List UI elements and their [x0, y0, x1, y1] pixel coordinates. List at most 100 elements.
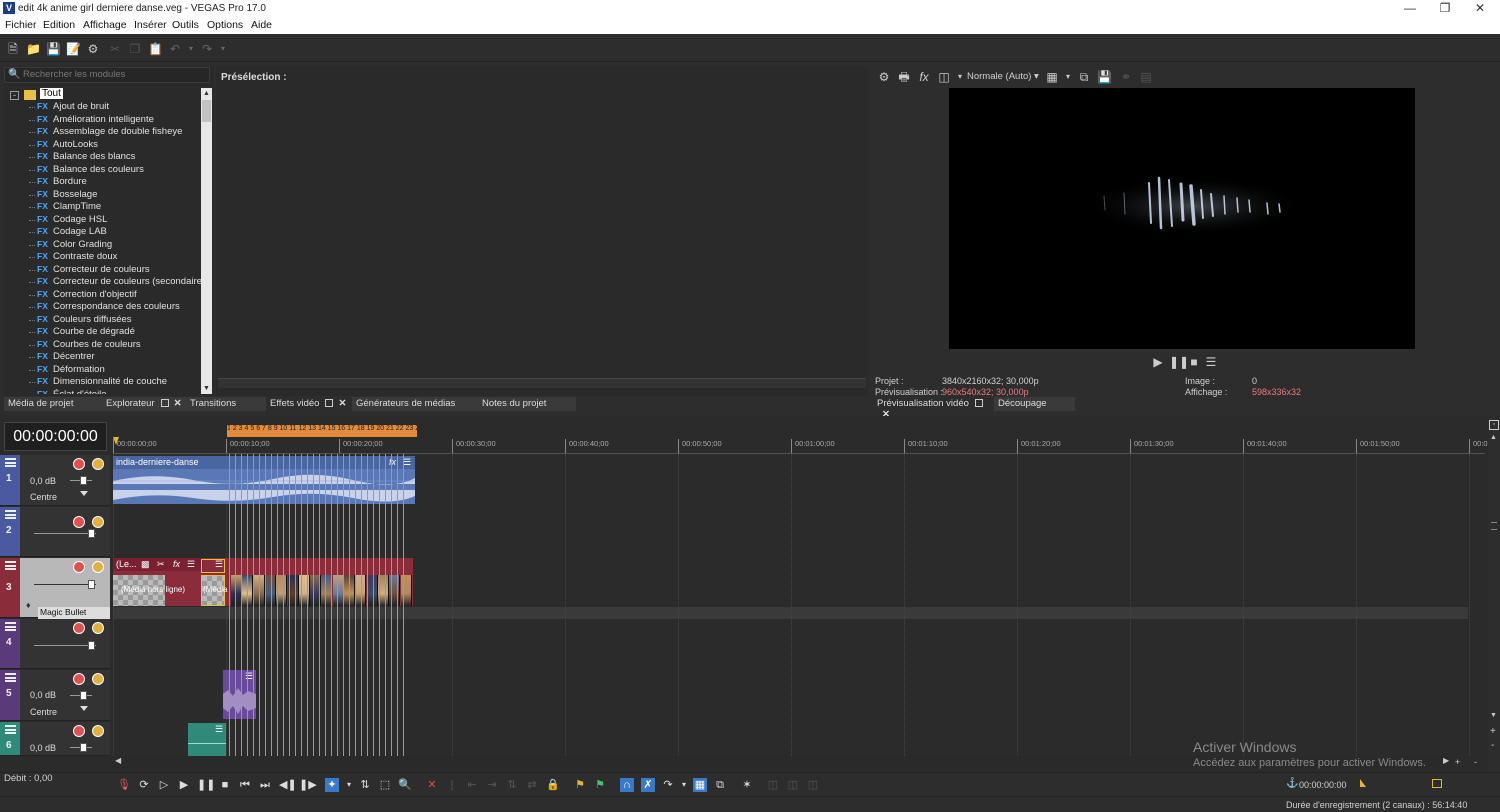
track-menu-icon[interactable] — [5, 673, 16, 682]
scroll-up-icon[interactable]: ▲ — [201, 88, 212, 99]
save-icon[interactable]: 💾 — [46, 42, 61, 56]
fx-item[interactable]: FX Correction d'objectif — [29, 289, 137, 301]
trim-end-icon[interactable]: ⇥ — [485, 778, 499, 792]
tree-root-label[interactable]: Tout — [40, 88, 63, 99]
menu-tools[interactable]: Outils — [172, 19, 199, 31]
time-ruler[interactable]: 00:00:00;00 00:00:10;00 00:00:20;00 00:00:3… — [113, 439, 1492, 454]
track-menu-icon[interactable] — [5, 561, 16, 570]
marker-line[interactable] — [373, 454, 374, 756]
auto-crossfade-icon[interactable]: ✗ — [641, 778, 655, 792]
solo-icon[interactable] — [92, 561, 104, 573]
marker-line[interactable] — [349, 454, 350, 756]
snapping-icon[interactable]: ∩ — [620, 778, 634, 792]
track-header-3[interactable]: 3 ♦ Magic Bullet Looks — [0, 558, 110, 627]
clip-menu-icon[interactable]: ☰ — [187, 559, 195, 570]
save-as-icon[interactable]: 📝 — [66, 42, 81, 56]
device-icon[interactable]: 🖶 — [897, 70, 911, 84]
scroll-thumb[interactable] — [202, 100, 211, 122]
next-frame-icon[interactable]: ❚▶ — [299, 778, 317, 792]
zoom-out-icon[interactable]: - — [1491, 740, 1494, 751]
clip-fx-icon[interactable]: fx — [173, 559, 180, 569]
save-snapshot-icon[interactable]: 💾 — [1097, 70, 1112, 84]
volume-slider[interactable] — [34, 641, 96, 650]
mute-icon[interactable] — [73, 622, 85, 634]
maximize-button[interactable]: ❐ — [1430, 1, 1460, 17]
opacity-slider[interactable] — [34, 580, 96, 589]
menu-file[interactable]: Fichier — [5, 19, 37, 31]
pan-dropdown-icon[interactable] — [80, 706, 88, 711]
split-2-icon[interactable]: ⇄ — [525, 778, 539, 792]
modules-scrollbar[interactable]: ▲ ▼ — [201, 88, 212, 394]
tab-video-preview[interactable]: Prévisualisation vidéo✕ — [873, 397, 994, 420]
menu-edit[interactable]: Edition — [43, 19, 75, 31]
menu-options[interactable]: Options — [207, 19, 243, 31]
zoom-out-h-icon[interactable]: - — [1474, 757, 1477, 767]
marker-line[interactable] — [277, 454, 278, 756]
preview-menu-icon[interactable]: ☰ — [1204, 355, 1218, 369]
volume-slider[interactable] — [70, 691, 92, 700]
marker-line[interactable] — [241, 454, 242, 756]
copy-snapshot-icon[interactable]: ⧉ — [1077, 70, 1091, 84]
zoom-in-icon[interactable]: + — [1490, 726, 1496, 737]
mute-icon[interactable] — [73, 725, 85, 737]
lock-envelopes-to-events-icon[interactable]: ▦ — [693, 778, 707, 792]
menu-view[interactable]: Affichage — [83, 19, 127, 31]
scroll-up-icon[interactable]: ▲ — [1490, 434, 1497, 441]
fx-item[interactable]: FX Ajout de bruit — [29, 101, 109, 113]
mute-icon[interactable] — [73, 458, 85, 470]
marker-icon[interactable]: ⚑ — [573, 778, 587, 792]
tab-project-notes[interactable]: Notes du projet — [478, 397, 576, 411]
marker-line[interactable] — [397, 454, 398, 756]
delete-icon[interactable]: ✕ — [425, 778, 439, 792]
tab-transitions[interactable]: Transitions — [186, 397, 266, 411]
marker-line[interactable] — [259, 454, 260, 756]
tool-b-icon[interactable]: ◫ — [786, 778, 800, 792]
mute-icon[interactable] — [73, 516, 85, 528]
crop-icon[interactable]: ✂ — [157, 559, 165, 570]
solo-icon[interactable] — [92, 673, 104, 685]
collapse-icon[interactable]: - — [10, 91, 19, 100]
pause-icon[interactable]: ❚❚ — [1169, 355, 1189, 369]
marker-line[interactable] — [331, 454, 332, 756]
marker-line[interactable] — [391, 454, 392, 756]
marker-line[interactable] — [403, 454, 404, 756]
go-to-end-icon[interactable]: ⏭ — [258, 778, 272, 792]
mute-icon[interactable] — [73, 561, 85, 573]
cut-icon[interactable]: ✂ — [108, 42, 122, 56]
menu-insert[interactable]: Insérer — [134, 19, 167, 31]
marker-line[interactable] — [265, 454, 266, 756]
fx-item[interactable]: FX ClampTime — [29, 201, 101, 213]
open-folder-icon[interactable]: 📁 — [26, 42, 41, 56]
fx-item[interactable]: FX Amélioration intelligente — [29, 114, 154, 126]
track-header-6[interactable]: 6 0,0 dB — [0, 722, 110, 756]
loop-icon[interactable]: ⟳ — [137, 778, 151, 792]
track-menu-icon[interactable] — [5, 622, 16, 631]
marker-line[interactable] — [343, 454, 344, 756]
tab-explorer[interactable]: Explorateur ✕ — [102, 397, 186, 411]
marker-line[interactable] — [367, 454, 368, 756]
scroll-right-icon[interactable]: ▶ — [1443, 756, 1449, 765]
split-icon[interactable]: ⇅ — [505, 778, 519, 792]
fx-item[interactable]: FX Correspondance des couleurs — [29, 301, 180, 313]
fx-item[interactable]: FX Balance des couleurs — [29, 164, 144, 176]
fx-item[interactable]: FX Courbes de couleurs — [29, 339, 141, 351]
undo-icon[interactable]: ↶ — [168, 42, 182, 56]
audio-clip[interactable]: india-derniere-danse fx ☰ — [113, 456, 415, 504]
close-icon[interactable]: ✕ — [174, 398, 182, 409]
slider-knob[interactable] — [80, 691, 87, 700]
fx-chain-icon[interactable]: ♦ — [26, 600, 31, 610]
marker-line[interactable] — [313, 454, 314, 756]
marker-line[interactable] — [253, 454, 254, 756]
tab-project-media[interactable]: Média de projet — [4, 397, 102, 411]
marker-line[interactable] — [325, 454, 326, 756]
scroll-left-icon[interactable]: ◀ — [115, 756, 121, 765]
zoom-in-h-icon[interactable]: + — [1455, 757, 1460, 767]
float-icon[interactable] — [325, 399, 334, 407]
grid-dropdown-icon[interactable]: ▾ — [1061, 70, 1075, 84]
zoom-tool-icon[interactable]: 🔍 — [398, 778, 412, 792]
fx-icon[interactable]: fx — [917, 70, 931, 84]
volume-slider[interactable] — [70, 476, 92, 485]
scroll-down-icon[interactable]: ▼ — [201, 383, 212, 394]
clip-menu-icon[interactable]: ☰ — [215, 724, 223, 735]
trim-start-icon[interactable]: ⇤ — [465, 778, 479, 792]
